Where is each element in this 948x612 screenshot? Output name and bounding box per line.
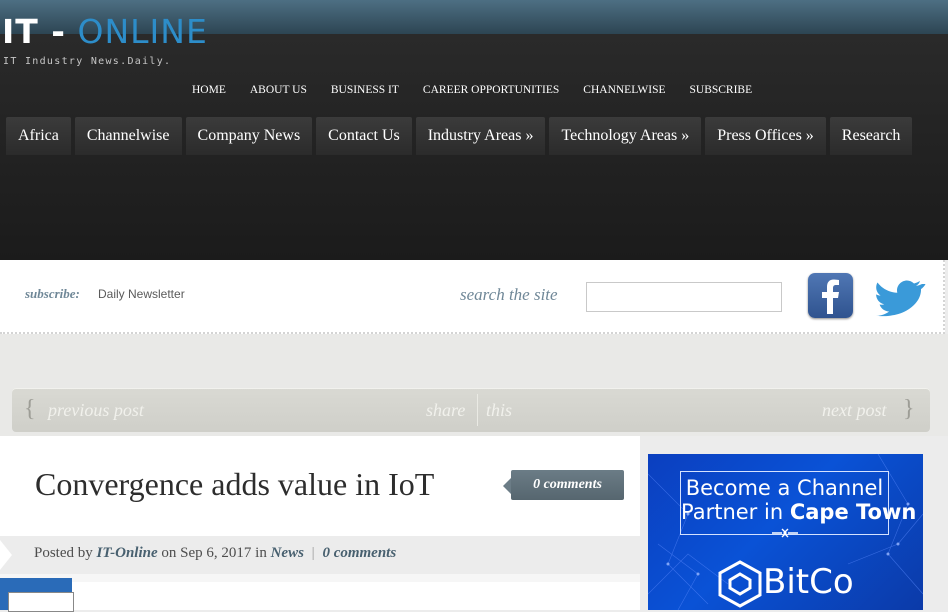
next-post-link[interactable]: next post <box>822 400 887 421</box>
category-technology-areas[interactable]: Technology Areas » <box>549 117 702 155</box>
article-title: Convergence adds value in IoT <box>35 466 435 502</box>
site-tagline: IT Industry News.Daily. <box>3 56 172 67</box>
top-nav-home[interactable]: HOME <box>180 84 238 96</box>
article: Convergence adds value in IoT 0 comments… <box>0 436 640 610</box>
ad-brand-name: BitCo <box>763 562 854 602</box>
post-navigation: { previous post share this next post } <box>12 388 930 432</box>
category-channelwise[interactable]: Channelwise <box>74 117 182 155</box>
previous-post-link[interactable]: previous post <box>48 400 144 421</box>
top-nav-business-it[interactable]: BUSINESS IT <box>319 84 411 96</box>
subscribe-search-bar: subscribe: Daily Newsletter search the s… <box>0 260 945 334</box>
share-this-link[interactable]: this <box>486 400 512 421</box>
meta-comments-link[interactable]: 0 comments <box>322 545 396 561</box>
top-nav-career-opportunities[interactable]: CAREER OPPORTUNITIES <box>411 84 571 96</box>
meta-posted-by: Posted by <box>34 545 93 561</box>
brace-close: } <box>903 396 915 422</box>
brace-open: { <box>24 396 36 422</box>
facebook-icon[interactable] <box>808 273 853 318</box>
meta-arrow <box>0 540 12 570</box>
ad-line2-city: Cape Town <box>789 500 917 524</box>
meta-author-link[interactable]: IT-Online <box>97 545 158 561</box>
top-nav-subscribe[interactable]: SUBSCRIBE <box>678 84 765 96</box>
logo-part-online: ONLINE <box>77 12 208 51</box>
category-nav: Africa Channelwise Company News Contact … <box>6 117 913 155</box>
ad-headline-line2: Partner in Cape Town <box>681 500 916 524</box>
category-press-offices[interactable]: Press Offices » <box>705 117 826 155</box>
comments-badge[interactable]: 0 comments <box>511 470 624 500</box>
meta-separator: | <box>311 545 315 561</box>
comments-badge-notch <box>503 478 511 494</box>
article-body <box>0 582 640 610</box>
twitter-icon[interactable] <box>876 278 926 318</box>
share-link[interactable]: share <box>426 400 465 421</box>
top-nav-channelwise[interactable]: CHANNELWISE <box>571 84 677 96</box>
category-africa[interactable]: Africa <box>6 117 71 155</box>
sidebar-ad-bitco[interactable]: Become a Channel Partner in Cape Town Bi… <box>648 454 923 610</box>
ad-headline-line1: Become a Channel <box>685 476 884 500</box>
top-nav: HOME ABOUT US BUSINESS IT CAREER OPPORTU… <box>180 84 764 96</box>
ad-line2-prefix: Partner in <box>681 500 784 524</box>
meta-date: on Sep 6, 2017 in <box>161 545 267 561</box>
meta-category-link[interactable]: News <box>271 545 304 561</box>
top-nav-about-us[interactable]: ABOUT US <box>238 84 319 96</box>
category-industry-areas[interactable]: Industry Areas » <box>415 117 546 155</box>
subscribe-label: subscribe: <box>25 286 80 301</box>
category-contact-us[interactable]: Contact Us <box>316 117 412 155</box>
site-header: IT - ONLINE IT Industry News.Daily. HOME… <box>0 0 948 260</box>
site-logo[interactable]: IT - ONLINE <box>2 12 208 52</box>
daily-newsletter-link[interactable]: Daily Newsletter <box>98 287 185 301</box>
ad-connector-icon <box>772 528 798 538</box>
logo-part-it: IT - <box>2 12 66 51</box>
search-input[interactable] <box>586 282 782 312</box>
search-label: search the site <box>460 285 558 304</box>
bitco-logo-icon <box>718 560 762 608</box>
category-company-news[interactable]: Company News <box>185 117 313 155</box>
share-divider <box>477 394 478 426</box>
category-research[interactable]: Research <box>829 117 913 155</box>
article-meta: Posted by IT-Online on Sep 6, 2017 in Ne… <box>34 545 396 562</box>
share-widget-tab[interactable] <box>8 592 74 612</box>
